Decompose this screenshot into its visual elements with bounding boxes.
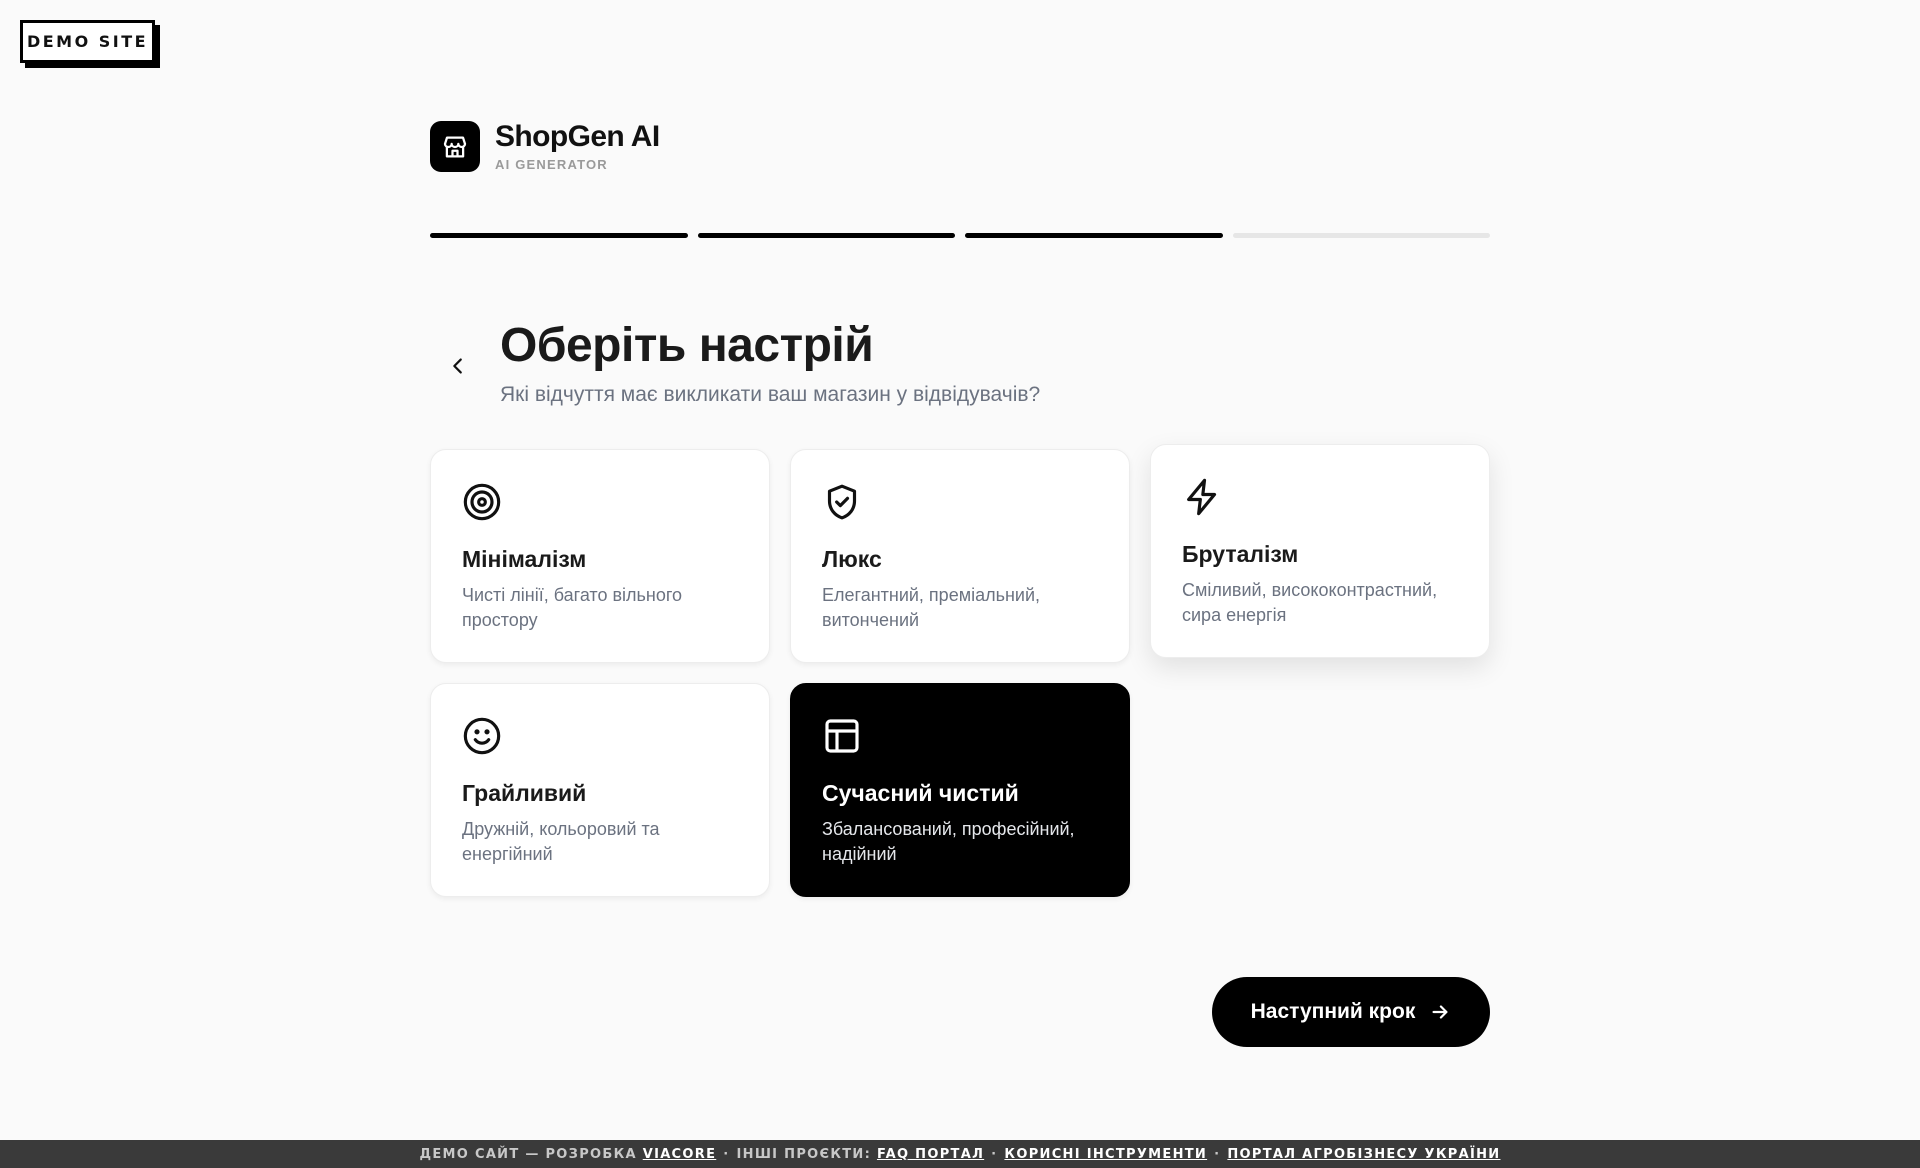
back-button[interactable] <box>440 348 476 384</box>
storefront-icon <box>430 121 480 172</box>
mood-title: Грайливий <box>462 780 587 806</box>
footer-link-tools[interactable]: КОРИСНІ ІНСТРУМЕНТИ <box>1004 1147 1207 1162</box>
progress-step <box>697 233 955 238</box>
demo-site-badge: DEMO SITE <box>20 20 155 63</box>
mood-card-luxury[interactable]: Люкс Елегантний, преміальний, витончений <box>790 449 1130 663</box>
mood-title: Люкс <box>822 546 882 572</box>
mood-title: Сучасний чистий <box>822 780 1019 806</box>
mood-description: Сміливий, висококонтрастний, сира енергі… <box>1182 580 1438 625</box>
smiley-icon <box>463 717 501 755</box>
mood-card-minimalism[interactable]: Мінімалізм Чисті лінії, багато вільного … <box>430 449 770 663</box>
shield-check-icon <box>827 484 857 520</box>
mood-card-playful[interactable]: Грайливий Дружній, кольоровий та енергій… <box>430 683 770 897</box>
mood-description: Дружній, кольоровий та енергійний <box>462 819 660 864</box>
footer-link-agro[interactable]: ПОРТАЛ АГРОБІЗНЕСУ УКРАЇНИ <box>1227 1147 1500 1162</box>
target-icon <box>463 483 501 521</box>
footer-separator: · <box>723 1146 730 1162</box>
page-title: Оберіть настрій <box>500 319 874 372</box>
arrow-right-icon <box>1432 1005 1448 1019</box>
footer-separator: · <box>1214 1146 1221 1162</box>
mood-title: Мінімалізм <box>462 546 587 572</box>
brand-name: ShopGen AI <box>495 120 660 153</box>
layout-icon <box>825 719 859 753</box>
brand-subtitle: AI GENERATOR <box>495 157 608 172</box>
footer: ДЕМО САЙТ — РОЗРОБКА VIACORE · ІНШІ ПРОЄ… <box>0 1140 1920 1168</box>
mood-description: Чисті лінії, багато вільного простору <box>462 585 683 630</box>
brand[interactable]: ShopGen AI AI GENERATOR <box>430 121 660 172</box>
next-step-label: Наступний крок <box>1250 1000 1416 1023</box>
step-progress <box>430 233 1490 238</box>
lightning-icon <box>1187 478 1217 516</box>
progress-step <box>1232 233 1490 238</box>
mood-card-modern-clean[interactable]: Сучасний чистий Збалансований, професійн… <box>790 683 1130 897</box>
footer-link-viacore[interactable]: VIACORE <box>643 1147 717 1162</box>
progress-step <box>430 233 688 238</box>
progress-step <box>965 233 1223 238</box>
mood-description: Елегантний, преміальний, витончений <box>822 585 1041 630</box>
next-step-button[interactable]: Наступний крок <box>1212 977 1490 1047</box>
footer-prefix: ДЕМО САЙТ — РОЗРОБКА <box>419 1146 637 1162</box>
footer-projects-label: ІНШІ ПРОЄКТИ: <box>736 1146 872 1162</box>
mood-description: Збалансований, професійний, надійний <box>822 819 1075 864</box>
mood-card-brutalism[interactable]: Бруталізм Сміливий, висококонтрастний, с… <box>1150 444 1490 658</box>
page-subtitle: Які відчуття має викликати ваш магазин у… <box>500 383 1041 406</box>
footer-separator: · <box>991 1146 998 1162</box>
chevron-left-icon <box>453 358 462 374</box>
footer-link-faq[interactable]: FAQ ПОРТАЛ <box>877 1147 984 1162</box>
mood-title: Бруталізм <box>1182 541 1299 567</box>
